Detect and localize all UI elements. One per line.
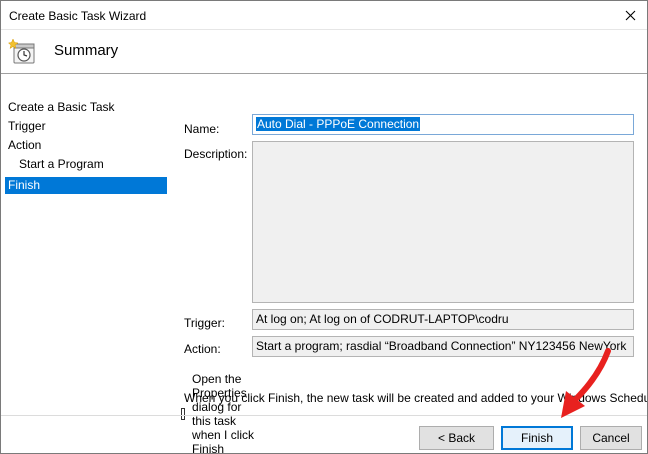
open-properties-checkbox[interactable]: [181, 408, 186, 420]
wizard-header: Summary: [1, 30, 647, 74]
wizard-window: Create Basic Task Wizard Summary Create …: [0, 0, 648, 454]
page-title: Summary: [54, 42, 119, 59]
step-trigger[interactable]: Trigger: [5, 118, 167, 135]
name-field[interactable]: Auto Dial - PPPoE Connection: [252, 114, 634, 135]
finish-info-text: When you click Finish, the new task will…: [184, 391, 648, 405]
task-scheduler-icon: [8, 38, 35, 64]
name-label: Name:: [184, 122, 220, 136]
close-icon: [625, 10, 635, 21]
close-button[interactable]: [613, 1, 647, 30]
description-field[interactable]: [252, 141, 634, 303]
action-field: Start a program; rasdial “Broadband Conn…: [252, 336, 634, 357]
footer-divider: [1, 415, 647, 416]
title-bar: Create Basic Task Wizard: [1, 1, 647, 30]
annotation-arrow-icon: [561, 348, 611, 418]
step-finish[interactable]: Finish: [5, 177, 167, 194]
back-button[interactable]: < Back: [419, 426, 494, 450]
trigger-label: Trigger:: [184, 316, 225, 330]
step-start-a-program[interactable]: Start a Program: [5, 156, 167, 173]
cancel-button[interactable]: Cancel: [580, 426, 642, 450]
step-action[interactable]: Action: [5, 137, 167, 154]
description-label: Description:: [184, 147, 248, 161]
trigger-field: At log on; At log on of CODRUT-LAPTOP\co…: [252, 309, 634, 330]
window-title: Create Basic Task Wizard: [9, 9, 147, 23]
action-label: Action:: [184, 342, 221, 356]
name-value: Auto Dial - PPPoE Connection: [256, 117, 421, 131]
action-value: Start a program; rasdial “Broadband Conn…: [256, 339, 627, 353]
trigger-value: At log on; At log on of CODRUT-LAPTOP\co…: [256, 312, 509, 326]
finish-button[interactable]: Finish: [501, 426, 573, 450]
open-properties-label: Open the Properties dialog for this task…: [192, 372, 255, 454]
step-create-basic-task[interactable]: Create a Basic Task: [5, 99, 167, 116]
open-properties-option[interactable]: Open the Properties dialog for this task…: [181, 372, 255, 454]
